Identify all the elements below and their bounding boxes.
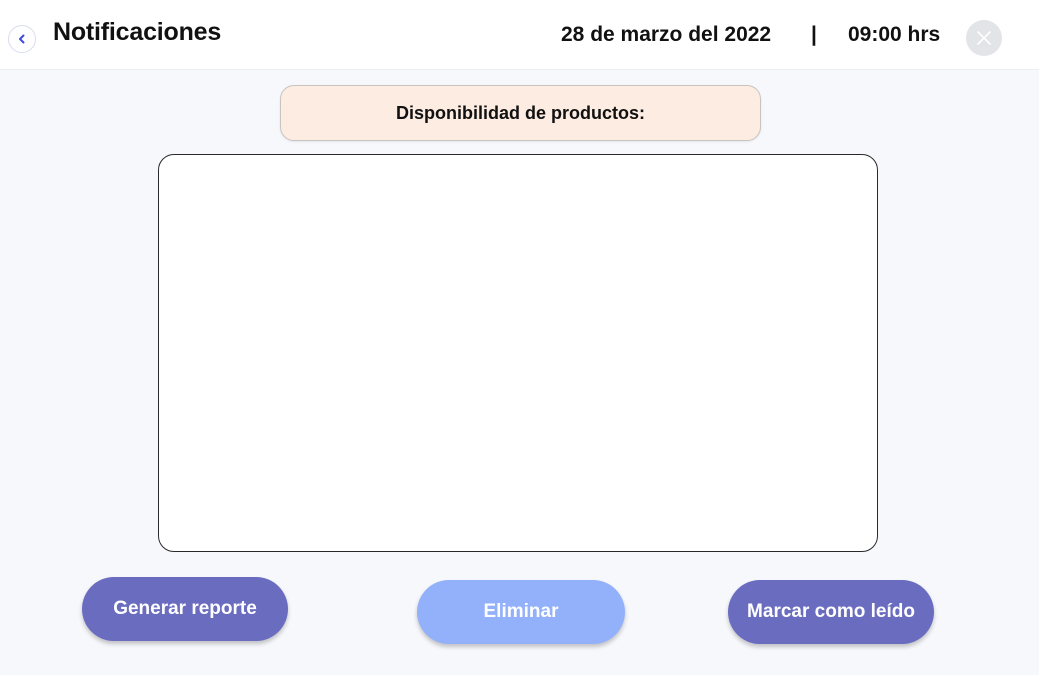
app-header: Notificaciones 28 de marzo del 2022 | 09…	[0, 0, 1039, 70]
date-text: 28 de marzo del 2022	[561, 23, 772, 46]
section-header: Disponibilidad de productos:	[280, 85, 761, 141]
mark-as-read-button[interactable]: Marcar como leído	[728, 580, 934, 644]
close-button[interactable]	[966, 20, 1002, 56]
header-separator: |	[811, 23, 817, 46]
generate-report-button[interactable]: Generar reporte	[82, 577, 288, 641]
chevron-left-icon	[19, 34, 25, 44]
page-title: Notificaciones	[53, 18, 222, 46]
close-icon	[977, 31, 991, 45]
time-text: 09:00 hrs	[848, 23, 941, 46]
delete-button[interactable]: Eliminar	[417, 580, 625, 644]
notification-content-area	[158, 154, 878, 552]
back-button[interactable]	[8, 25, 36, 53]
section-title: Disponibilidad de productos:	[396, 102, 645, 123]
